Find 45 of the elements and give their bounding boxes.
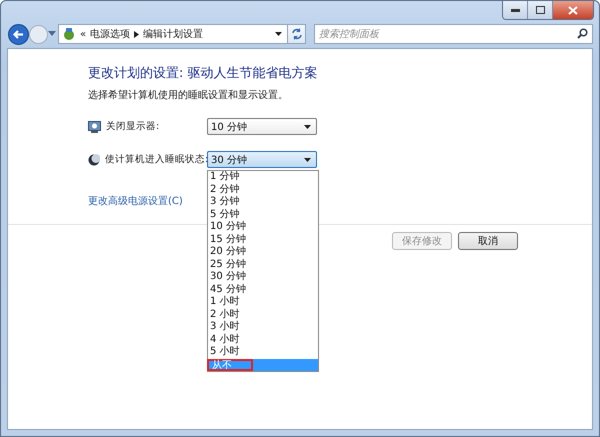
minimize-icon — [510, 8, 520, 12]
breadcrumb-item[interactable]: 电源选项 — [90, 27, 130, 41]
advanced-settings-link[interactable]: 更改高级电源设置(C) — [88, 194, 183, 208]
page-description: 选择希望计算机使用的睡眠设置和显示设置。 — [88, 88, 289, 102]
dropdown-option[interactable]: 2 分钟 — [208, 184, 318, 196]
maximize-icon — [536, 6, 544, 14]
dropdown-select[interactable]: 10 分钟 — [207, 118, 317, 135]
caret-icon — [304, 158, 311, 162]
refresh-button[interactable] — [288, 24, 306, 44]
setting-label: 使计算机进入睡眠状态: — [105, 153, 208, 166]
minimize-button[interactable] — [503, 1, 528, 19]
page-heading: 更改计划的设置: 驱动人生节能省电方案 — [88, 65, 319, 82]
dropdown-option[interactable]: 5 分钟 — [208, 208, 318, 221]
dropdown-option[interactable]: 30 分钟 — [208, 271, 318, 284]
dropdown-option[interactable]: 1 分钟 — [208, 171, 318, 184]
dropdown-option[interactable]: 45 分钟 — [208, 284, 318, 296]
dropdown-option[interactable]: 25 分钟 — [208, 258, 318, 271]
moon-icon — [88, 154, 100, 166]
dropdown-option[interactable]: 4 小时 — [208, 334, 318, 346]
monitor-icon — [88, 120, 101, 132]
breadcrumb-overflow[interactable]: « — [80, 28, 86, 40]
dropdown-option[interactable]: 20 分钟 — [208, 246, 318, 258]
dropdown-option[interactable]: 10 分钟 — [208, 221, 318, 234]
dropdown-option[interactable]: 1 小时 — [208, 296, 318, 308]
history-dropdown-icon[interactable] — [48, 31, 56, 37]
refresh-icon — [290, 28, 302, 40]
address-bar[interactable]: « 电源选项 编辑计划设置 — [58, 24, 288, 44]
dropdown-select[interactable]: 30 分钟 — [207, 151, 317, 168]
dropdown-option[interactable]: 3 小时 — [208, 321, 318, 334]
search-field[interactable]: 搜索控制面板 — [314, 24, 593, 44]
breadcrumb-item[interactable]: 编辑计划设置 — [143, 27, 204, 41]
dropdown-option[interactable]: 2 小时 — [208, 308, 318, 321]
caret-icon — [304, 124, 311, 128]
dropdown-option[interactable]: 5 小时 — [208, 346, 318, 358]
address-dropdown-icon[interactable] — [275, 32, 282, 36]
breadcrumb-separator-icon[interactable] — [134, 30, 140, 38]
cancel-button[interactable]: 取消 — [458, 232, 518, 250]
close-button[interactable] — [553, 1, 593, 19]
dropdown-option[interactable]: 15 分钟 — [208, 234, 318, 246]
setting-label: 关闭显示器: — [106, 120, 160, 133]
close-icon — [568, 6, 578, 14]
back-button[interactable] — [8, 24, 29, 44]
maximize-button[interactable] — [528, 1, 553, 19]
dropdown-option[interactable]: 3 分钟 — [208, 196, 318, 208]
search-icon[interactable] — [577, 28, 588, 39]
